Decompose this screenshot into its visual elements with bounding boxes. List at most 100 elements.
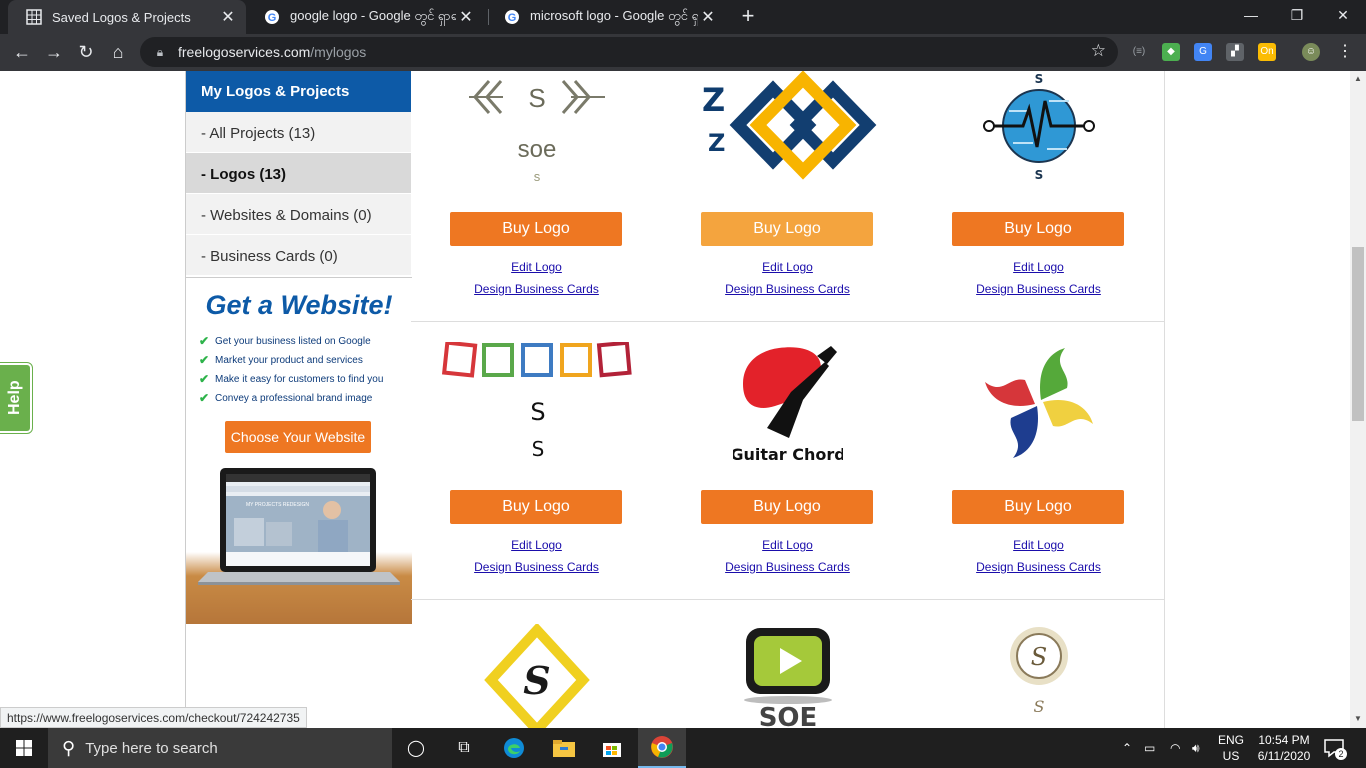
logo-text: S [1034, 72, 1043, 86]
page-scrollbar[interactable]: ▲ ▼ [1350, 71, 1366, 728]
home-icon[interactable]: ⌂ [106, 40, 130, 64]
notifications-icon[interactable]: 2 [1322, 736, 1347, 760]
logo-text: Guitar Chord [733, 445, 843, 464]
choose-website-button[interactable]: Choose Your Website [225, 421, 371, 453]
google-favicon-icon: G [504, 9, 520, 25]
promo-bullet: ✔ Convey a professional brand image [199, 391, 373, 405]
edge-icon[interactable] [490, 728, 538, 768]
file-explorer-icon[interactable] [540, 728, 588, 768]
buy-logo-button[interactable]: Buy Logo [952, 490, 1124, 524]
buy-logo-button[interactable]: Buy Logo [952, 212, 1124, 246]
logo-preview[interactable]: S soe s [411, 71, 662, 201]
translate-icon[interactable]: G [1194, 43, 1212, 61]
extension-icon[interactable]: ▞ [1226, 43, 1244, 61]
logo-text: soe [517, 136, 556, 163]
promo-bullet: ✔ Market your product and services [199, 353, 363, 367]
chrome-taskbar-icon[interactable] [638, 728, 686, 768]
logo-card: SOE [662, 600, 913, 728]
extension-icon[interactable]: (≡) [1130, 43, 1148, 61]
logo-preview[interactable]: Z Z [662, 71, 913, 201]
logo-card: S S Buy Logo Edit Logo Design Business C… [913, 71, 1164, 321]
wifi-icon[interactable]: ◠ [1170, 728, 1180, 768]
show-hidden-icons[interactable]: ⌃ [1122, 728, 1132, 768]
store-icon[interactable] [588, 728, 636, 768]
taskbar-clock[interactable]: 10:54 PM 6/11/2020 [1250, 732, 1318, 764]
laptop-screen-text: MY PROJECTS REDESIGN [246, 502, 309, 508]
logo-text: S [523, 658, 550, 703]
input-language[interactable]: ENG US [1214, 732, 1248, 764]
minimize-icon[interactable]: — [1228, 0, 1274, 30]
scrollbar-thumb[interactable] [1352, 247, 1364, 421]
forward-icon[interactable]: → [42, 40, 66, 64]
volume-icon[interactable]: 🔊︎ [1192, 728, 1200, 768]
status-bar-url: https://www.freelogoservices.com/checkou… [0, 707, 307, 728]
logo-grid: S soe s Buy Logo Edit Logo Design Busine… [411, 71, 1165, 728]
design-business-cards-link[interactable]: Design Business Cards [411, 282, 662, 296]
edit-logo-link[interactable]: Edit Logo [662, 538, 913, 552]
windows-taskbar: ⚲ Type here to search ◯ ⧉ ⌃ ▭ ◠ 🔊︎ ENG US… [0, 728, 1366, 768]
logo-preview[interactable]: S S [411, 342, 662, 466]
bookmark-star-icon[interactable]: ☆ [1091, 41, 1106, 61]
buy-logo-button[interactable]: Buy Logo [701, 212, 873, 246]
sidebar-item-logos[interactable]: - Logos (13) [186, 153, 411, 194]
grid-favicon-icon [26, 9, 42, 25]
edit-logo-link[interactable]: Edit Logo [913, 260, 1164, 274]
back-icon[interactable]: ← [10, 40, 34, 64]
task-view-icon[interactable]: ⧉ [440, 728, 488, 768]
browser-toolbar: ← → ↻ ⌂ 🔒︎ freelogoservices.com/mylogos … [0, 34, 1366, 71]
new-tab-icon[interactable]: + [736, 5, 760, 29]
address-bar[interactable]: 🔒︎ freelogoservices.com/mylogos ☆ [140, 37, 1118, 67]
design-business-cards-link[interactable]: Design Business Cards [411, 560, 662, 574]
logo-card: S S [913, 600, 1164, 728]
logo-preview[interactable]: S [411, 624, 662, 728]
tab-microsoft-logo[interactable]: G microsoft logo - Google တွင် ရှာရ ✕ [486, 0, 726, 34]
edit-logo-link[interactable]: Edit Logo [913, 538, 1164, 552]
close-tab-icon[interactable]: ✕ [698, 7, 718, 27]
logo-preview[interactable] [913, 344, 1164, 464]
google-favicon-icon: G [264, 9, 280, 25]
logo-preview[interactable]: Guitar Chord [662, 344, 913, 468]
close-tab-icon[interactable]: ✕ [218, 7, 238, 27]
restore-icon[interactable]: ❐ [1274, 0, 1320, 30]
tab-title: microsoft logo - Google တွင် ရှာရ [530, 7, 698, 23]
notification-count: 2 [1335, 748, 1347, 760]
tab-title: Saved Logos & Projects [52, 9, 191, 25]
logo-preview[interactable]: SOE [662, 624, 913, 728]
check-icon: ✔ [199, 334, 210, 348]
cortana-icon[interactable]: ◯ [392, 728, 440, 768]
help-tab[interactable]: Help [0, 362, 33, 434]
design-business-cards-link[interactable]: Design Business Cards [913, 282, 1164, 296]
edit-logo-link[interactable]: Edit Logo [662, 260, 913, 274]
edit-logo-link[interactable]: Edit Logo [411, 538, 662, 552]
extension-icon[interactable]: ◆ [1162, 43, 1180, 61]
menu-dots-icon[interactable]: ⋮ [1336, 43, 1354, 61]
sidebar-item-websites[interactable]: - Websites & Domains (0) [186, 194, 411, 235]
buy-logo-button[interactable]: Buy Logo [450, 490, 622, 524]
svg-text:S: S [528, 83, 545, 113]
edit-logo-link[interactable]: Edit Logo [411, 260, 662, 274]
profile-avatar[interactable]: ☺ [1302, 43, 1320, 61]
design-business-cards-link[interactable]: Design Business Cards [662, 282, 913, 296]
buy-logo-button[interactable]: Buy Logo [450, 212, 622, 246]
reload-icon[interactable]: ↻ [74, 40, 98, 64]
logo-text: S [1030, 643, 1046, 671]
buy-logo-button[interactable]: Buy Logo [701, 490, 873, 524]
logo-subtext: S [531, 437, 544, 461]
sidebar-item-all-projects[interactable]: - All Projects (13) [186, 112, 411, 153]
design-business-cards-link[interactable]: Design Business Cards [662, 560, 913, 574]
logo-preview[interactable]: S S [913, 71, 1164, 201]
sidebar-item-business-cards[interactable]: - Business Cards (0) [186, 235, 411, 276]
windows-start-icon[interactable] [0, 728, 48, 768]
close-tab-icon[interactable]: ✕ [456, 7, 476, 27]
tab-saved-logos[interactable]: Saved Logos & Projects ✕ [8, 0, 246, 34]
battery-icon[interactable]: ▭ [1144, 728, 1155, 768]
scroll-down-icon[interactable]: ▼ [1354, 714, 1362, 723]
design-business-cards-link[interactable]: Design Business Cards [913, 560, 1164, 574]
check-icon: ✔ [199, 372, 210, 386]
taskbar-search[interactable]: ⚲ Type here to search [48, 728, 392, 768]
tab-google-logo[interactable]: G google logo - Google တွင် ရှာရန် ✕ [246, 0, 484, 34]
scroll-up-icon[interactable]: ▲ [1354, 74, 1362, 83]
extension-on-icon[interactable]: On [1258, 43, 1276, 61]
close-window-icon[interactable]: ✕ [1320, 0, 1366, 30]
logo-preview[interactable]: S S [913, 624, 1164, 728]
